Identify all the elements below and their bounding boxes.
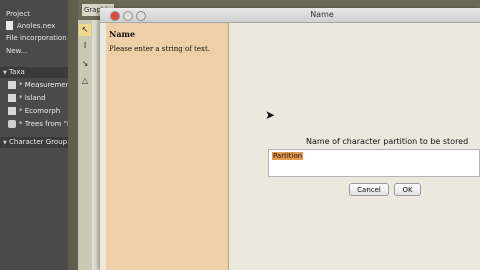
matrix-icon bbox=[8, 94, 16, 102]
project-panel: Project Anoles.nex File incorporation Ne… bbox=[0, 0, 73, 270]
matrix-icon bbox=[8, 107, 16, 115]
connect-tool-icon[interactable]: ↘ bbox=[79, 58, 91, 70]
name-dialog: Name Name Please enter a string of text.… bbox=[100, 8, 480, 270]
explanation-pane: Name Please enter a string of text. bbox=[106, 23, 229, 270]
pane-title: Name bbox=[109, 29, 136, 39]
taxa-section[interactable]: ▼ Taxa bbox=[0, 67, 68, 78]
tool-palette: ↖ I ↘ △ bbox=[78, 20, 92, 270]
taxa-item-measurement[interactable]: * Measurement bbox=[8, 80, 73, 91]
splitter[interactable] bbox=[68, 0, 78, 270]
taxa-item-ecomorph[interactable]: * Ecomorph bbox=[8, 106, 68, 117]
file-anoles[interactable]: Anoles.nex bbox=[17, 22, 55, 30]
character-group-header: Character Group bbox=[9, 138, 68, 146]
taxa-header: Taxa bbox=[9, 68, 25, 76]
triangle-tool-icon[interactable]: △ bbox=[79, 75, 91, 87]
document-area bbox=[92, 20, 100, 270]
dialog-title: Name bbox=[310, 10, 334, 19]
expand-triangle-icon: ▼ bbox=[3, 70, 7, 76]
arrow-tool-icon[interactable]: ↖ bbox=[79, 24, 91, 36]
file-incorporation[interactable]: File incorporation bbox=[6, 34, 67, 42]
cancel-button[interactable]: Cancel bbox=[349, 183, 389, 196]
dialog-titlebar[interactable]: Name bbox=[100, 8, 480, 23]
taxa-item-trees[interactable]: * Trees from "8 bbox=[8, 119, 71, 130]
file-icon bbox=[6, 21, 13, 30]
expand-triangle-icon: ▼ bbox=[3, 140, 7, 146]
selected-text: Partition bbox=[272, 152, 304, 160]
partition-name-input[interactable]: Partition bbox=[268, 149, 480, 177]
text-tool-icon[interactable]: I bbox=[79, 40, 91, 52]
tree-icon bbox=[8, 120, 16, 128]
matrix-icon bbox=[8, 81, 16, 89]
character-group-section[interactable]: ▼ Character Group bbox=[0, 137, 68, 148]
new-button[interactable]: New... bbox=[6, 47, 27, 55]
taxa-item-island[interactable]: * Island bbox=[8, 93, 68, 104]
project-label: Project bbox=[6, 10, 30, 18]
mouse-pointer-icon: ➤ bbox=[265, 108, 276, 122]
ok-button[interactable]: OK bbox=[394, 183, 421, 196]
input-prompt: Name of character partition to be stored bbox=[306, 137, 469, 146]
pane-instructions: Please enter a string of text. bbox=[109, 45, 210, 53]
